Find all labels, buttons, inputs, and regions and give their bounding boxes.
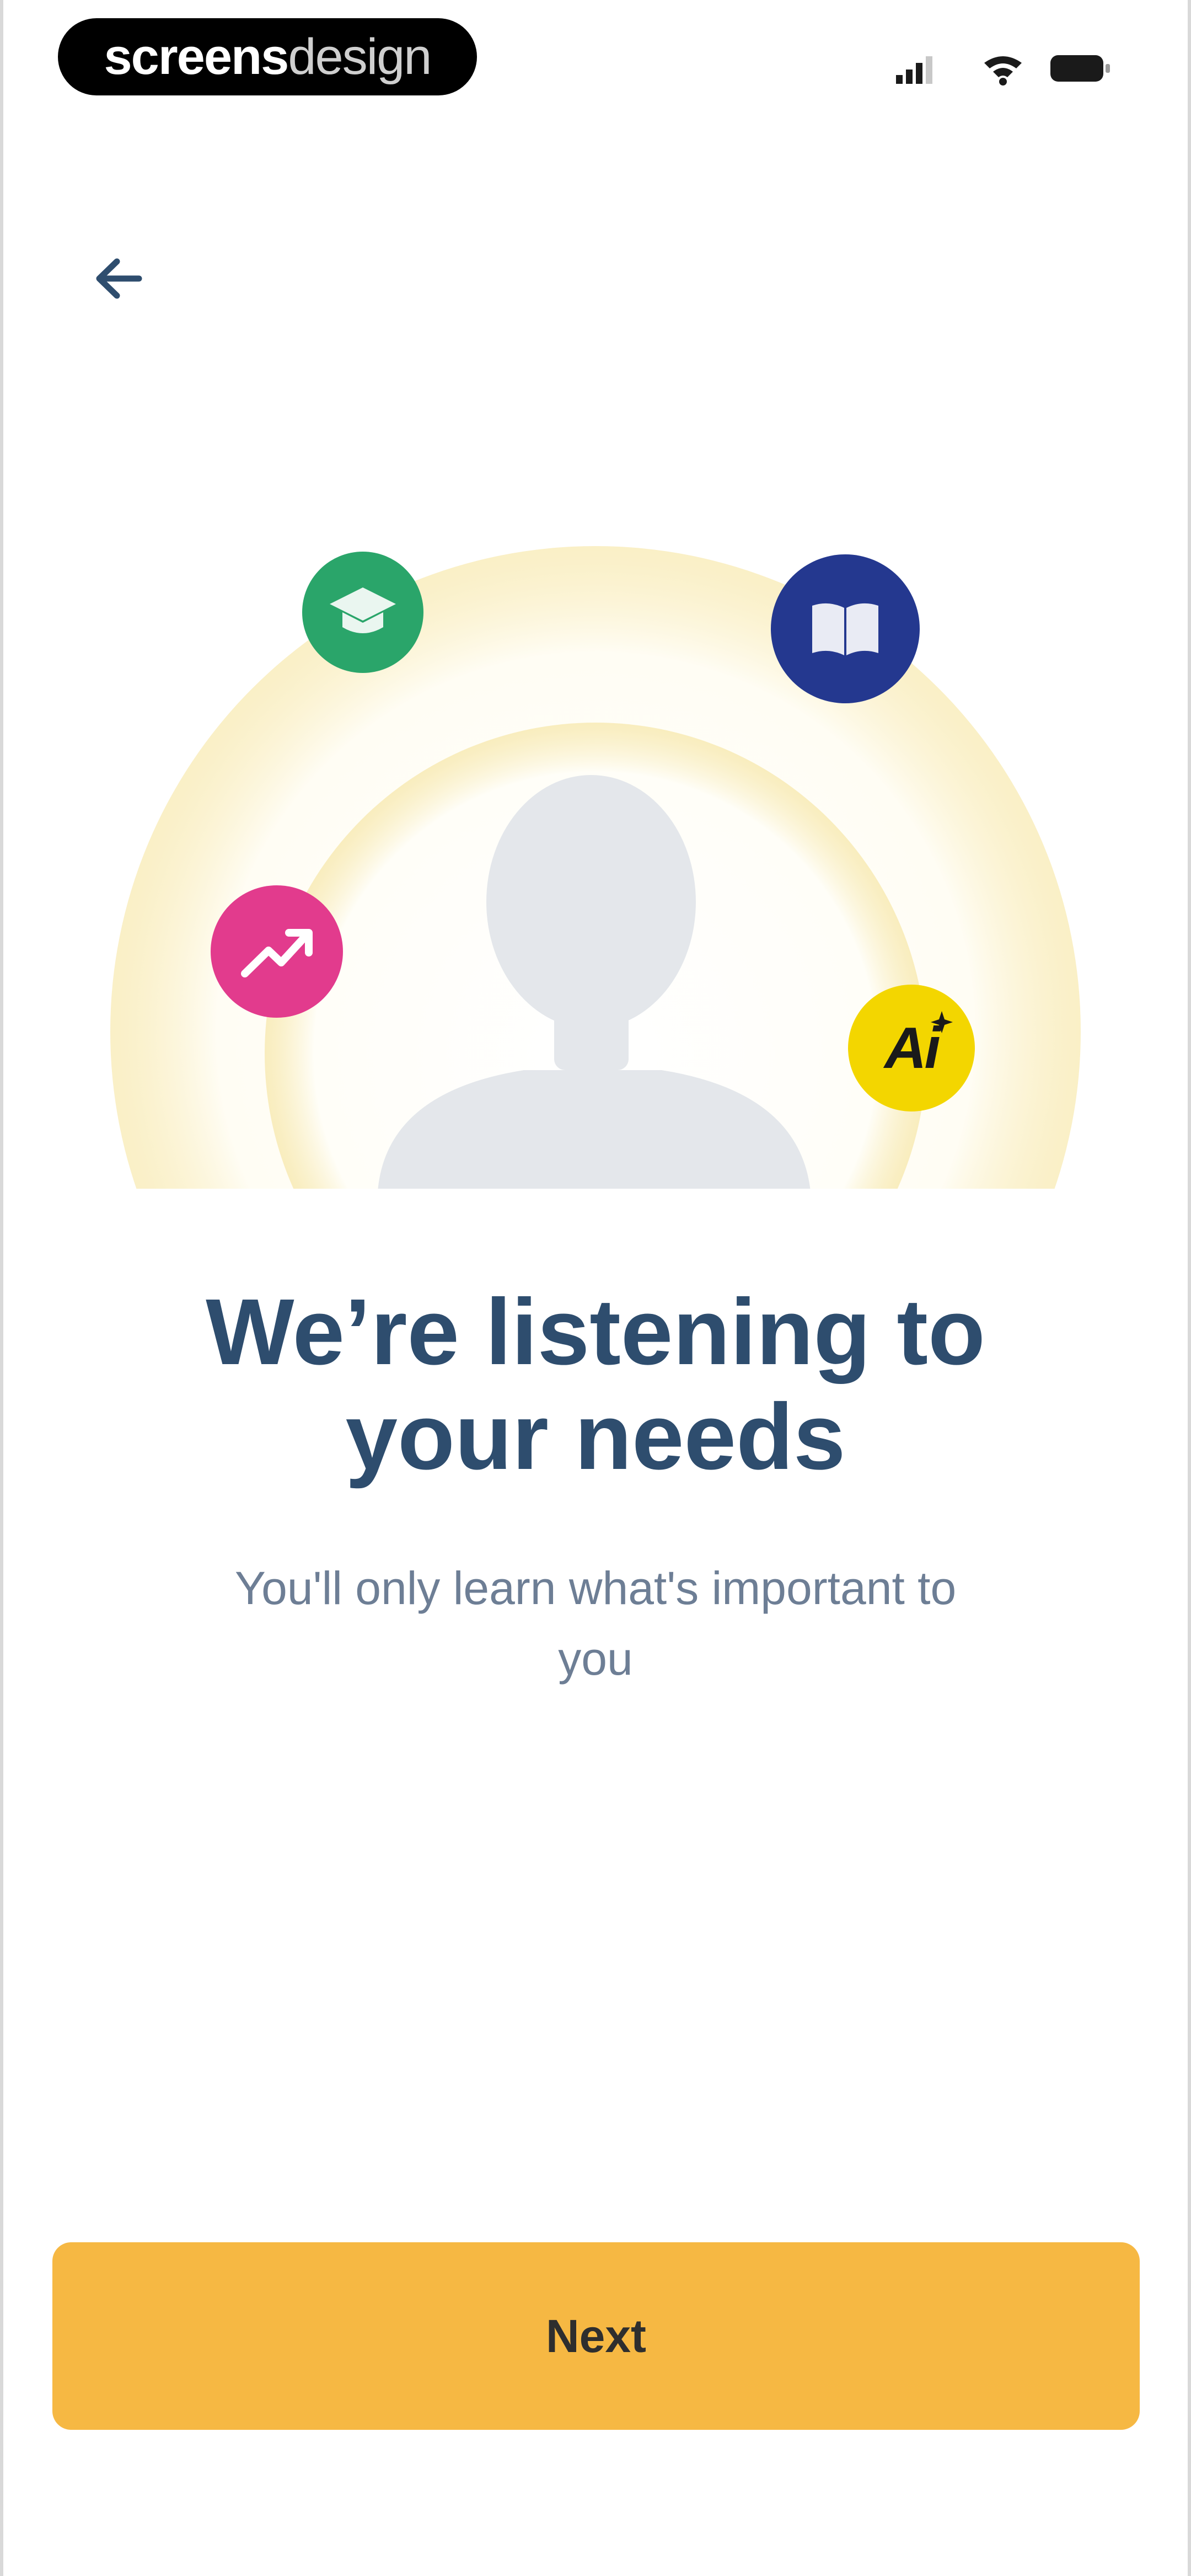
page-subtitle: You'll only learn what's important to yo… [132,1553,1059,1694]
wifi-icon [984,56,1022,85]
graduation-cap-badge [302,552,423,673]
status-icons-svg [896,55,1110,85]
title-line-2: your needs [345,1385,846,1489]
next-button[interactable]: Next [52,2242,1140,2430]
brand-watermark: screens design [58,18,477,95]
back-button[interactable] [77,237,160,320]
battery-icon [1050,55,1110,82]
onboarding-illustration [0,496,1191,1191]
book-icon [812,603,878,655]
title-line-1: We’re listening to [206,1280,985,1385]
graduation-cap-icon [330,587,396,633]
trending-up-icon [241,929,313,977]
trending-badge [211,885,343,1018]
ai-badge: Ai [848,985,975,1111]
book-badge [771,554,920,703]
subtitle-line-1: You'll only learn what's important to [234,1562,957,1614]
sparkle-icon [931,1011,953,1033]
status-icons [896,51,1117,86]
brand-text-light: design [288,28,432,85]
halo-avatar-graphic [110,546,1081,1189]
subtitle-line-2: you [558,1633,633,1685]
page-title: We’re listening to your needs [83,1280,1108,1489]
brand-text-bold: screens [104,28,289,85]
next-button-label: Next [545,2310,647,2362]
arrow-left-icon [96,258,142,299]
cellular-signal-icon [896,56,932,84]
